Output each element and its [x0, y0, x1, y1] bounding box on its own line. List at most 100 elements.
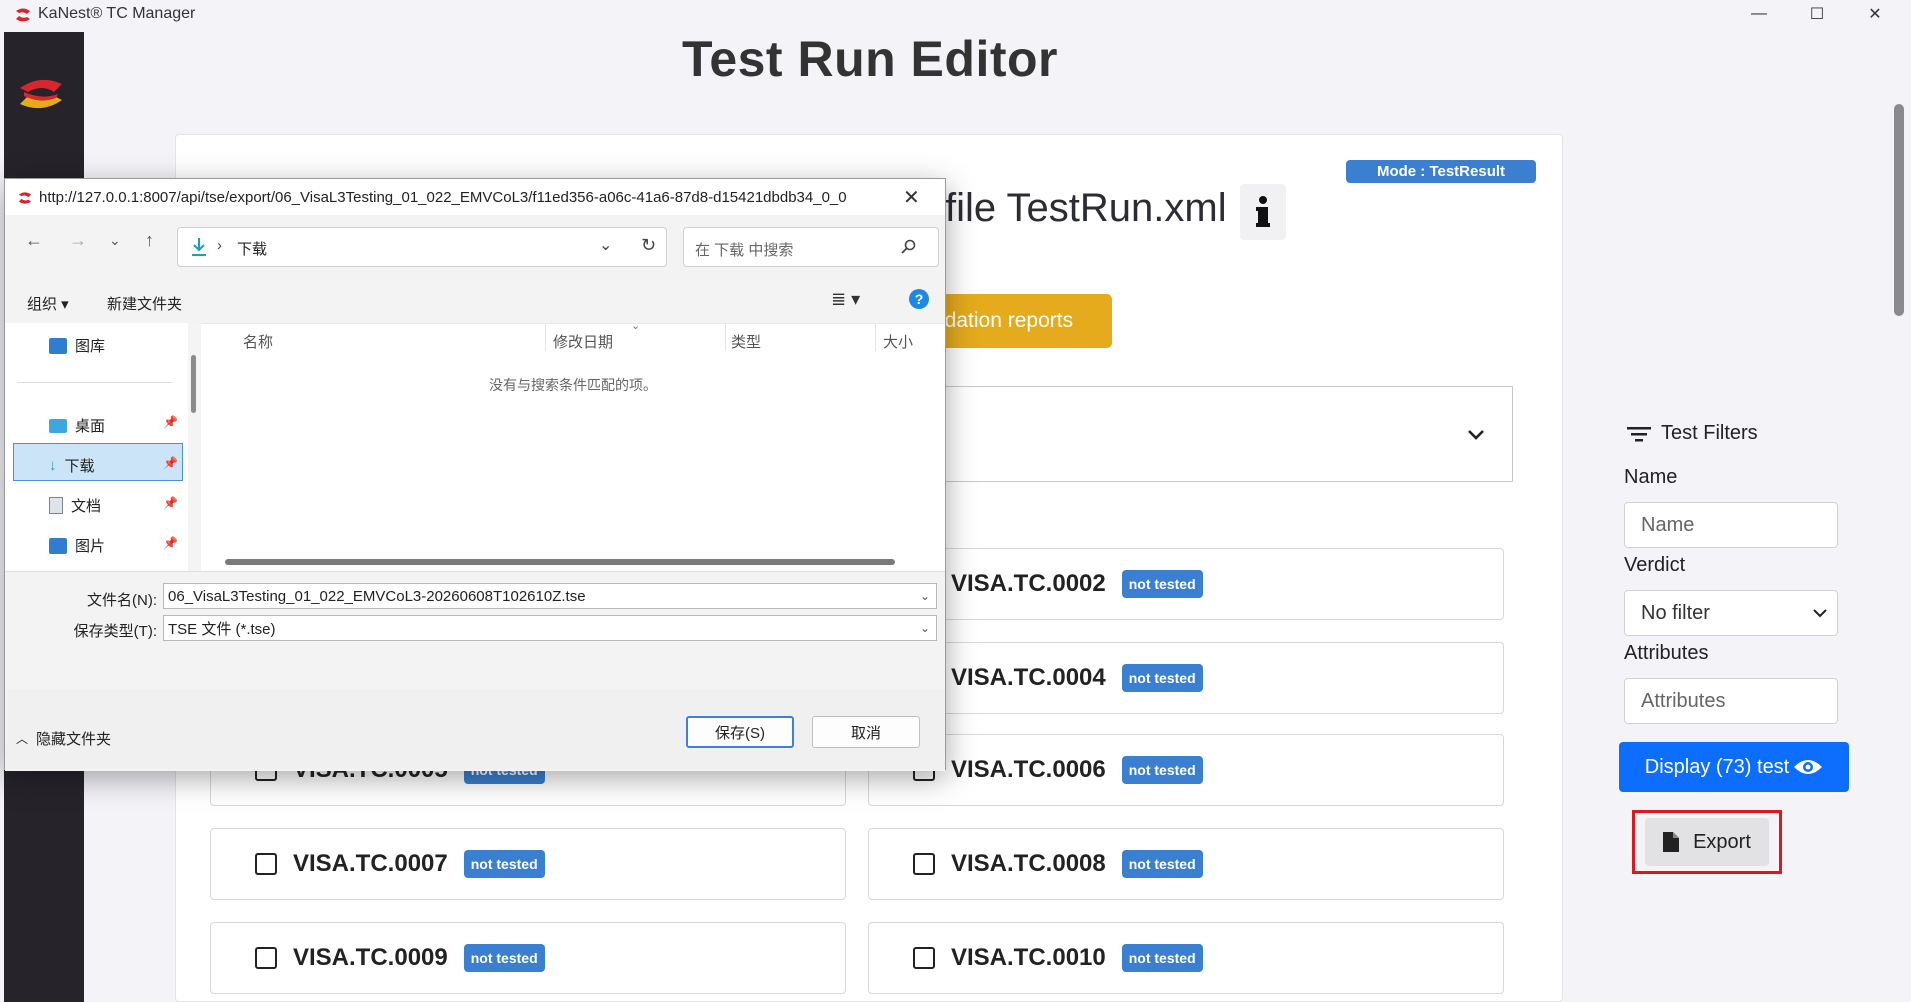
chevron-down-icon[interactable] — [1464, 422, 1488, 446]
minimize-button[interactable]: — — [1730, 0, 1788, 28]
test-case-card[interactable]: VISA.TC.0004 not tested — [868, 642, 1504, 714]
pin-icon[interactable]: 📌 — [163, 536, 178, 550]
attributes-input[interactable]: Attributes — [1624, 678, 1838, 724]
dialog-close-button[interactable]: ✕ — [903, 185, 920, 210]
test-case-name: VISA.TC.0002 — [951, 570, 1106, 597]
verdict-select-value: No filter — [1641, 601, 1710, 624]
eye-icon — [1794, 760, 1823, 774]
search-icon[interactable] — [901, 239, 917, 255]
name-label: Name — [1624, 466, 1678, 488]
column-divider — [875, 323, 876, 351]
filename-label: 文件名(N): — [87, 592, 157, 609]
accordion-panel[interactable] — [940, 386, 1513, 482]
test-case-name: VISA.TC.0004 — [951, 664, 1106, 691]
chevron-down-icon[interactable]: ⌄ — [920, 621, 930, 635]
app-logo-icon — [16, 8, 30, 22]
status-badge: not tested — [463, 944, 545, 972]
nav-item-label: 下载 — [64, 458, 95, 475]
nav-item-label: 桌面 — [75, 418, 106, 435]
column-header-type[interactable]: 类型 — [731, 331, 761, 352]
verdict-label: Verdict — [1624, 554, 1686, 576]
filename-input[interactable]: 06_VisaL3Testing_01_022_EMVCoL3-20260608… — [163, 583, 937, 609]
test-case-card[interactable]: VISA.TC.0006 not tested — [868, 734, 1504, 806]
download-icon: ↓ — [49, 457, 57, 474]
nav-item-label: 文档 — [71, 498, 102, 515]
search-input[interactable]: 在 下载 中搜索 — [695, 239, 793, 260]
checkbox[interactable] — [913, 853, 935, 875]
pictures-icon — [49, 537, 67, 554]
nav-scrollbar-thumb[interactable] — [191, 355, 196, 413]
column-divider — [725, 323, 726, 351]
desktop-icon — [49, 418, 67, 433]
organize-label: 组织 — [27, 296, 58, 313]
file-list-hscrollbar[interactable] — [225, 559, 895, 565]
column-header-name[interactable]: 名称 — [243, 331, 273, 352]
display-tests-button[interactable]: Display (73) test — [1619, 742, 1849, 792]
test-case-name: VISA.TC.0009 — [293, 944, 448, 971]
filetype-select[interactable]: TSE 文件 (*.tse) ⌄ — [163, 615, 937, 641]
refresh-icon[interactable]: ↻ — [641, 235, 656, 256]
forward-arrow-icon[interactable]: → — [69, 230, 87, 251]
new-folder-button[interactable]: 新建文件夹 — [107, 293, 182, 314]
close-window-button[interactable]: ✕ — [1846, 0, 1904, 28]
save-button[interactable]: 保存(S) — [686, 716, 794, 748]
filetype-value: TSE 文件 (*.tse) — [168, 620, 276, 638]
recent-locations-chevron-icon[interactable]: ⌄ — [109, 232, 121, 249]
test-case-name: VISA.TC.0007 — [293, 850, 448, 877]
nav-item-gallery[interactable]: 图库 — [49, 335, 105, 356]
help-icon[interactable]: ? — [909, 289, 929, 309]
pin-icon[interactable]: 📌 — [163, 415, 178, 429]
maximize-button[interactable]: ☐ — [1788, 0, 1846, 28]
checkbox[interactable] — [913, 947, 935, 969]
scrollbar-thumb[interactable] — [1894, 104, 1904, 316]
nav-item-label: 图库 — [75, 338, 106, 355]
dialog-footer — [5, 689, 945, 769]
export-button-label: Export — [1693, 830, 1751, 853]
checkbox[interactable] — [255, 853, 277, 875]
file-heading: file TestRun.xml — [945, 186, 1227, 230]
test-case-card[interactable]: VISA.TC.0007 not tested — [210, 828, 846, 900]
name-input[interactable]: Name — [1624, 502, 1838, 548]
test-case-card[interactable]: VISA.TC.0009 not tested — [210, 922, 846, 994]
file-icon — [1663, 832, 1680, 852]
dialog-title: http://127.0.0.1:8007/api/tse/export/06_… — [39, 189, 847, 206]
page-title: Test Run Editor — [681, 31, 1058, 87]
hide-folders-label: 隐藏文件夹 — [36, 731, 112, 748]
verdict-select[interactable]: No filter — [1624, 590, 1838, 636]
gallery-icon — [49, 337, 67, 354]
address-location[interactable]: 下载 — [237, 238, 267, 259]
cancel-button[interactable]: 取消 — [812, 716, 920, 748]
breadcrumb-separator: › — [217, 237, 222, 254]
window-titlebar — [0, 0, 1911, 32]
back-arrow-icon[interactable]: ← — [25, 230, 43, 251]
chevron-down-icon — [1813, 609, 1827, 618]
test-case-card[interactable]: VISA.TC.0010 not tested — [868, 922, 1504, 994]
download-icon — [192, 238, 206, 256]
nav-item-pictures[interactable]: 图片 — [49, 535, 105, 556]
validation-reports-button[interactable]: idation reports — [930, 294, 1112, 348]
address-dropdown-icon[interactable]: ⌄ — [599, 235, 612, 255]
column-header-size[interactable]: 大小 — [883, 331, 913, 352]
test-case-card[interactable]: VISA.TC.0002 not tested — [868, 548, 1504, 620]
status-badge: not tested — [1121, 570, 1203, 598]
save-file-dialog: http://127.0.0.1:8007/api/tse/export/06_… — [4, 178, 946, 771]
hide-folders-toggle[interactable]: ︿ 隐藏文件夹 — [16, 728, 111, 749]
pin-icon[interactable]: 📌 — [163, 496, 178, 510]
chevron-down-icon[interactable]: ⌄ — [920, 589, 930, 603]
view-options-icon[interactable]: ≣ ▾ — [831, 289, 860, 310]
filters-title: Test Filters — [1661, 422, 1758, 444]
nav-item-documents[interactable]: 文档 — [49, 495, 101, 516]
nav-item-desktop[interactable]: 桌面 — [49, 415, 105, 436]
info-icon[interactable] — [1240, 184, 1286, 240]
nav-item-downloads[interactable]: ↓ 下载 — [49, 455, 95, 476]
pin-icon[interactable]: 📌 — [163, 456, 178, 470]
column-header-modified[interactable]: 修改日期 — [553, 331, 613, 352]
organize-menu[interactable]: 组织 ▾ — [27, 293, 69, 314]
test-case-card[interactable]: VISA.TC.0008 not tested — [868, 828, 1504, 900]
up-arrow-icon[interactable]: ↑ — [145, 230, 154, 251]
filters-header: Test Filters — [1627, 422, 1758, 445]
checkbox[interactable] — [255, 947, 277, 969]
export-button[interactable]: Export — [1645, 818, 1769, 866]
attributes-label: Attributes — [1624, 642, 1709, 664]
nav-item-label: 图片 — [75, 538, 106, 555]
